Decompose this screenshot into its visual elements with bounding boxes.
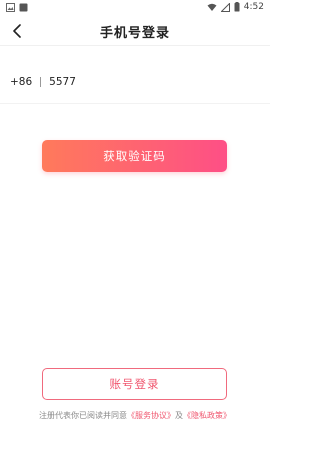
back-arrow-icon bbox=[13, 24, 21, 38]
battery-icon bbox=[234, 2, 240, 12]
phone-input[interactable] bbox=[49, 76, 200, 88]
status-right-icons: 4:52 bbox=[207, 2, 264, 12]
get-code-button[interactable]: 获取验证码 bbox=[42, 140, 227, 172]
agreement-text: 注册代表你已阅读并同意《服务协议》及《隐私政策》 bbox=[0, 410, 270, 421]
signal-icon bbox=[220, 2, 230, 12]
page-title: 手机号登录 bbox=[99, 25, 170, 41]
header: 手机号登录 bbox=[0, 16, 270, 46]
country-code[interactable]: +86 bbox=[10, 76, 32, 88]
status-left-icons bbox=[6, 2, 28, 12]
wifi-icon bbox=[207, 3, 217, 11]
privacy-policy-link[interactable]: 《隐私政策》 bbox=[183, 411, 231, 420]
agreement-conjunction: 及 bbox=[175, 411, 183, 420]
back-button[interactable] bbox=[8, 22, 26, 40]
service-agreement-link[interactable]: 《服务协议》 bbox=[127, 411, 175, 420]
agreement-prefix: 注册代表你已阅读并同意 bbox=[39, 411, 127, 420]
status-time: 4:52 bbox=[243, 2, 264, 12]
phone-separator bbox=[40, 77, 42, 87]
account-login-button[interactable]: 账号登录 bbox=[42, 368, 227, 400]
phone-input-row: +86 bbox=[0, 70, 270, 94]
status-bar: 4:52 bbox=[0, 0, 270, 14]
notification-icon bbox=[19, 3, 28, 11]
header-divider bbox=[0, 45, 270, 46]
phone-row-divider bbox=[0, 103, 270, 104]
image-icon bbox=[6, 2, 15, 12]
